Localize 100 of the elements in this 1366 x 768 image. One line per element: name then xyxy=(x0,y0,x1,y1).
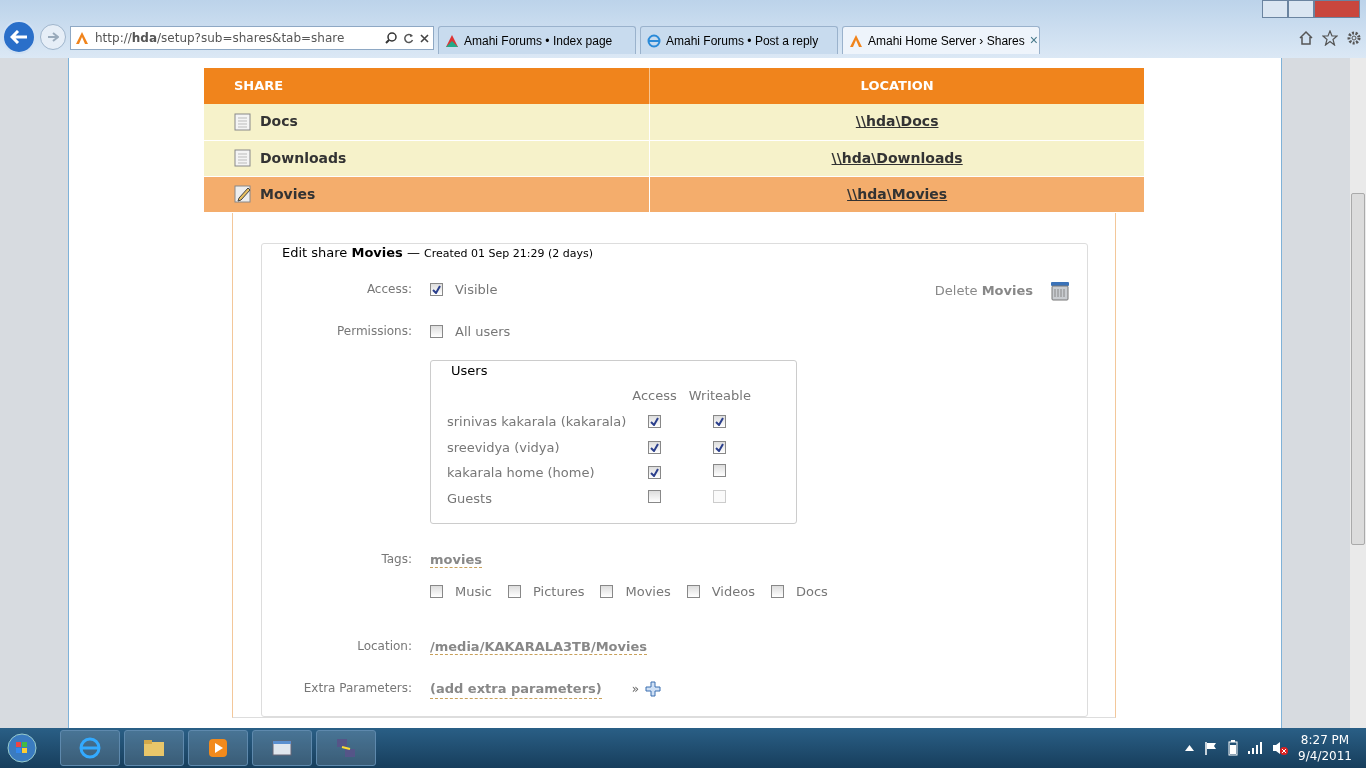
browser-tab[interactable]: Amahi Home Server › Shares × xyxy=(842,26,1040,54)
checkbox[interactable] xyxy=(686,584,700,598)
edit-document-icon xyxy=(234,185,252,203)
checkbox[interactable] xyxy=(430,584,443,598)
browser-tab[interactable]: Amahi Forums • Post a reply xyxy=(640,26,838,54)
checkbox[interactable] xyxy=(648,440,661,454)
checkmark-icon xyxy=(715,417,725,426)
browser-tab[interactable]: Amahi Forums • Index page xyxy=(438,26,636,54)
column-header: Access xyxy=(632,387,677,403)
checkbox[interactable] xyxy=(430,283,443,297)
share-location-link[interactable]: \\hda\Downloads xyxy=(831,149,963,166)
search-icon[interactable] xyxy=(385,32,397,44)
checkbox[interactable] xyxy=(430,325,443,339)
share-name-cell[interactable]: Movies xyxy=(204,176,650,212)
close-tab-button[interactable]: × xyxy=(1029,30,1038,51)
checkmark-icon xyxy=(715,442,725,452)
clock-time[interactable]: 8:27 PM xyxy=(1298,731,1352,748)
user-name: Guests xyxy=(447,490,492,506)
checkbox[interactable] xyxy=(648,489,661,503)
tag-link[interactable]: movies xyxy=(430,552,482,568)
option-label: All users xyxy=(455,323,511,341)
back-button[interactable] xyxy=(2,20,36,54)
forward-arrow-icon xyxy=(47,32,59,42)
minimize-button[interactable] xyxy=(1262,0,1288,18)
site-logo-icon xyxy=(75,31,89,45)
field-label: Extra Parameters: xyxy=(302,679,412,697)
checkbox[interactable] xyxy=(648,415,661,428)
field-label: Location: xyxy=(356,638,412,655)
column-header: Writeable xyxy=(688,387,751,403)
checkbox[interactable] xyxy=(600,584,614,598)
edit-share-title: Edit share Movies — xyxy=(281,245,421,259)
share-name-cell[interactable]: Docs xyxy=(204,104,650,140)
scrollbar-thumb[interactable] xyxy=(1351,193,1365,545)
maximize-button[interactable] xyxy=(1288,0,1314,18)
close-icon[interactable] xyxy=(420,33,429,43)
share-name: Docs xyxy=(260,112,298,132)
media-player-icon xyxy=(206,736,230,760)
browser-icon xyxy=(78,736,102,760)
option-label: Music xyxy=(455,582,492,601)
signal-icon[interactable] xyxy=(1248,742,1263,754)
network-icon xyxy=(334,736,358,760)
tab-title: Amahi Home Server › Shares xyxy=(868,32,1025,50)
option-label: Pictures xyxy=(533,582,585,601)
option-label: Videos xyxy=(711,582,755,601)
checkbox[interactable] xyxy=(648,466,661,479)
back-arrow-icon xyxy=(10,30,28,44)
user-name: sreevidya (vidya) xyxy=(447,439,560,455)
checkbox[interactable] xyxy=(770,584,784,598)
share-name-cell[interactable]: Downloads xyxy=(204,140,650,176)
scrollbar[interactable] xyxy=(1350,58,1366,728)
battery-icon[interactable] xyxy=(1228,740,1239,756)
site-logo-icon xyxy=(849,33,863,48)
browser-logo-icon xyxy=(647,33,661,48)
trash-icon[interactable] xyxy=(1049,280,1071,302)
address-bar[interactable]: http://hda/setup?sub=shares&tab=share xyxy=(70,26,434,50)
clock-date[interactable]: 9/4/2011 xyxy=(1298,748,1352,765)
plus-icon[interactable] xyxy=(645,680,662,697)
settings-icon[interactable] xyxy=(1346,30,1362,46)
checkmark-icon xyxy=(650,417,659,426)
taskbar-button[interactable] xyxy=(124,730,184,766)
checkmark-icon xyxy=(650,468,659,477)
field-label: Access: xyxy=(365,281,412,298)
document-icon xyxy=(234,112,252,131)
windows-logo-icon xyxy=(7,733,37,763)
refresh-icon[interactable] xyxy=(403,32,414,44)
muted-speaker-icon[interactable] xyxy=(1272,741,1289,755)
checkmark-icon xyxy=(432,285,441,295)
home-icon[interactable] xyxy=(1298,30,1314,46)
share-name: Downloads xyxy=(260,148,347,168)
checkbox[interactable] xyxy=(713,440,727,454)
option-label: Docs xyxy=(795,582,828,601)
document-icon xyxy=(234,149,252,167)
checkbox[interactable] xyxy=(713,464,727,477)
share-location-link[interactable]: \\hda\Movies xyxy=(847,185,948,202)
delete-share-link[interactable]: Delete Movies xyxy=(934,281,1033,301)
share-name: Movies xyxy=(260,184,316,204)
checkbox[interactable] xyxy=(713,415,727,428)
taskbar-button[interactable] xyxy=(188,730,248,766)
tab-title: Amahi Forums • Index page xyxy=(464,32,614,50)
tab-title: Amahi Forums • Post a reply xyxy=(666,32,820,50)
field-label: Permissions: xyxy=(335,323,412,340)
taskbar-button[interactable] xyxy=(252,730,312,766)
share-location-link[interactable]: \\hda\Docs xyxy=(855,113,939,130)
star-icon[interactable] xyxy=(1322,30,1338,46)
up-arrow-icon[interactable] xyxy=(1185,745,1195,751)
location-link[interactable]: /media/KAKARALA3TB/Movies xyxy=(430,639,647,655)
option-label: Movies xyxy=(625,582,671,601)
flag-icon[interactable] xyxy=(1204,741,1219,755)
option-label: Visible xyxy=(455,281,498,299)
taskbar-button[interactable] xyxy=(60,730,120,766)
chevron-text: » xyxy=(631,680,640,698)
triangle-logo-icon xyxy=(445,33,459,48)
created-date: Created 01 Sep 21:29 (2 days) xyxy=(424,245,593,262)
checkbox[interactable] xyxy=(508,584,521,598)
extra-parameters-link[interactable]: (add extra parameters) xyxy=(430,678,602,699)
checkmark-icon xyxy=(650,442,659,452)
user-name: srinivas kakarala (kakarala) xyxy=(447,414,627,429)
field-label: Tags: xyxy=(380,551,412,568)
column-header: SHARE xyxy=(204,68,650,104)
column-header: LOCATION xyxy=(649,68,1144,104)
